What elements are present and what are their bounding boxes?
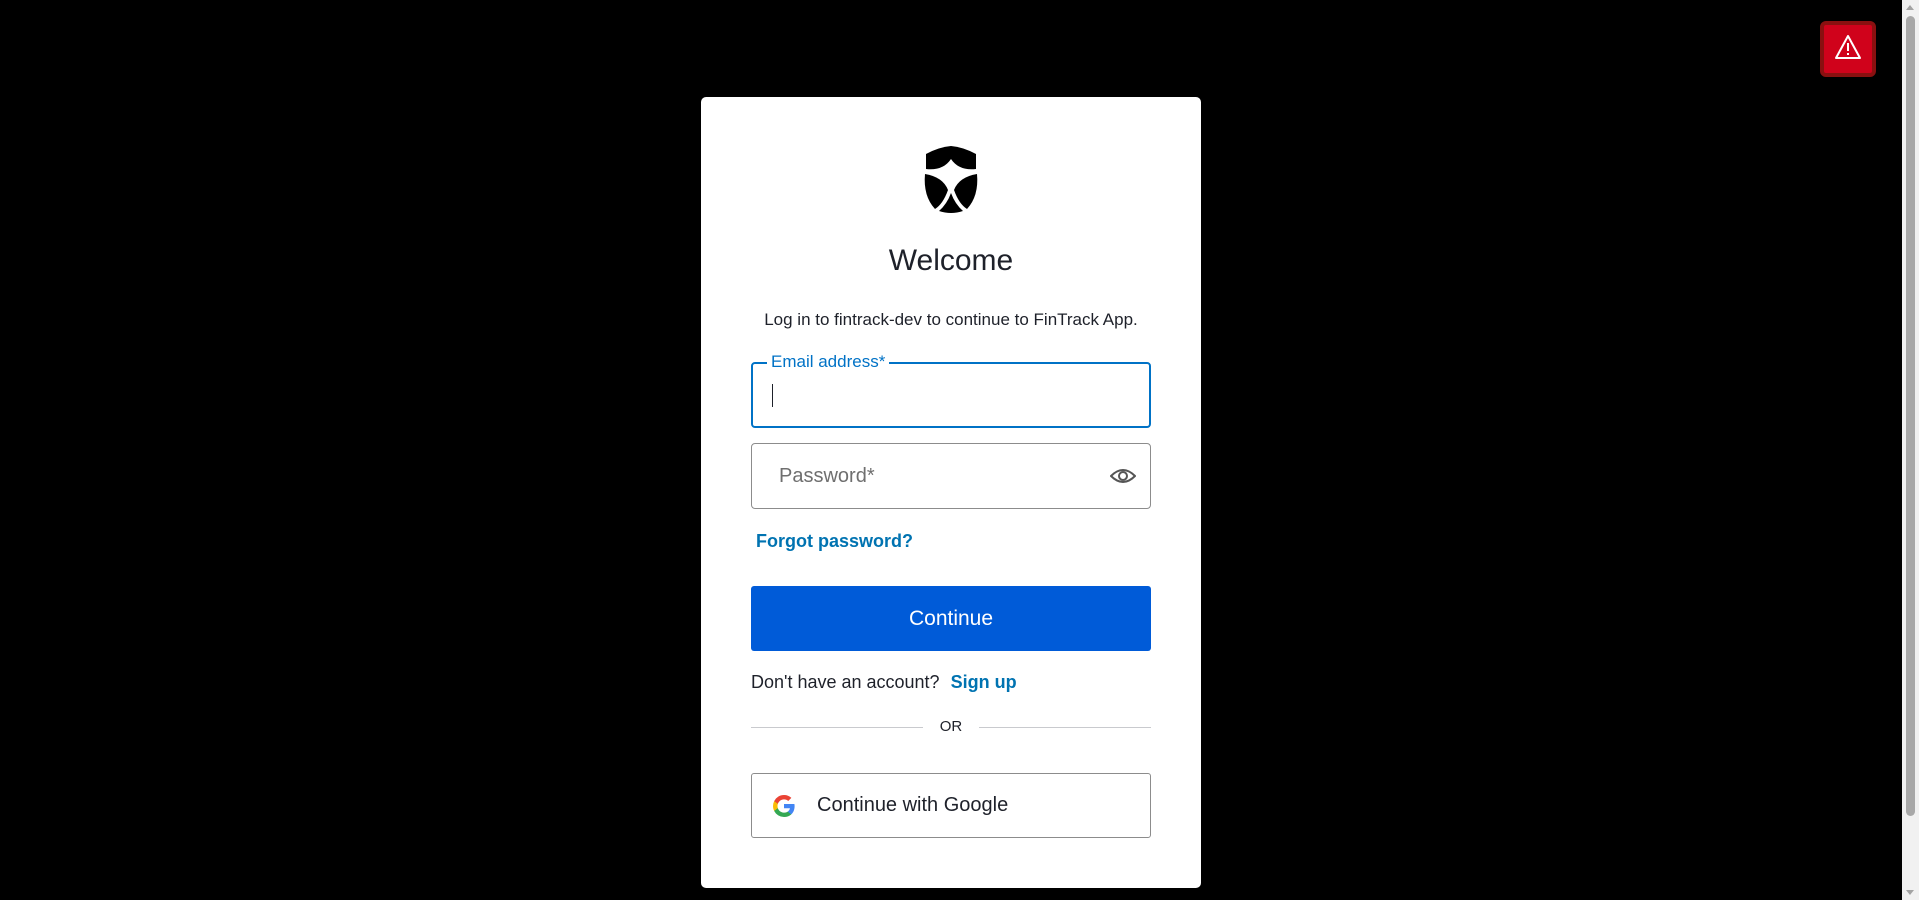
sign-up-link[interactable]: Sign up [951, 672, 1017, 692]
text-caret [772, 384, 773, 407]
scroll-down-arrow-icon[interactable] [1906, 890, 1914, 895]
password-input[interactable] [779, 444, 1090, 508]
divider-line-right [979, 727, 1151, 728]
google-button-label: Continue with Google [817, 794, 1009, 816]
alert-button[interactable] [1820, 21, 1876, 77]
google-icon [773, 794, 795, 817]
email-input[interactable] [771, 364, 1089, 426]
vertical-scrollbar[interactable] [1902, 0, 1919, 900]
shield-star-icon [924, 146, 978, 213]
signup-row: Don't have an account? Sign up [751, 671, 1017, 693]
warning-triangle-icon [1835, 35, 1861, 59]
continue-with-google-button[interactable]: Continue with Google [751, 773, 1151, 838]
forgot-password-link[interactable]: Forgot password? [756, 531, 913, 552]
login-subtitle: Log in to fintrack-dev to continue to Fi… [764, 310, 1138, 329]
email-field[interactable]: Email address* [751, 352, 1151, 428]
no-account-text: Don't have an account? [751, 672, 940, 692]
continue-button[interactable]: Continue [751, 586, 1151, 651]
eye-icon[interactable] [1110, 466, 1136, 486]
scroll-up-arrow-icon[interactable] [1906, 5, 1914, 10]
login-card: Welcome Log in to fintrack-dev to contin… [701, 97, 1201, 888]
scroll-thumb[interactable] [1906, 16, 1915, 816]
page-viewport: Welcome Log in to fintrack-dev to contin… [0, 0, 1919, 900]
password-field[interactable] [751, 443, 1151, 509]
page-title: Welcome [888, 244, 1014, 277]
or-divider: OR [751, 719, 1151, 735]
